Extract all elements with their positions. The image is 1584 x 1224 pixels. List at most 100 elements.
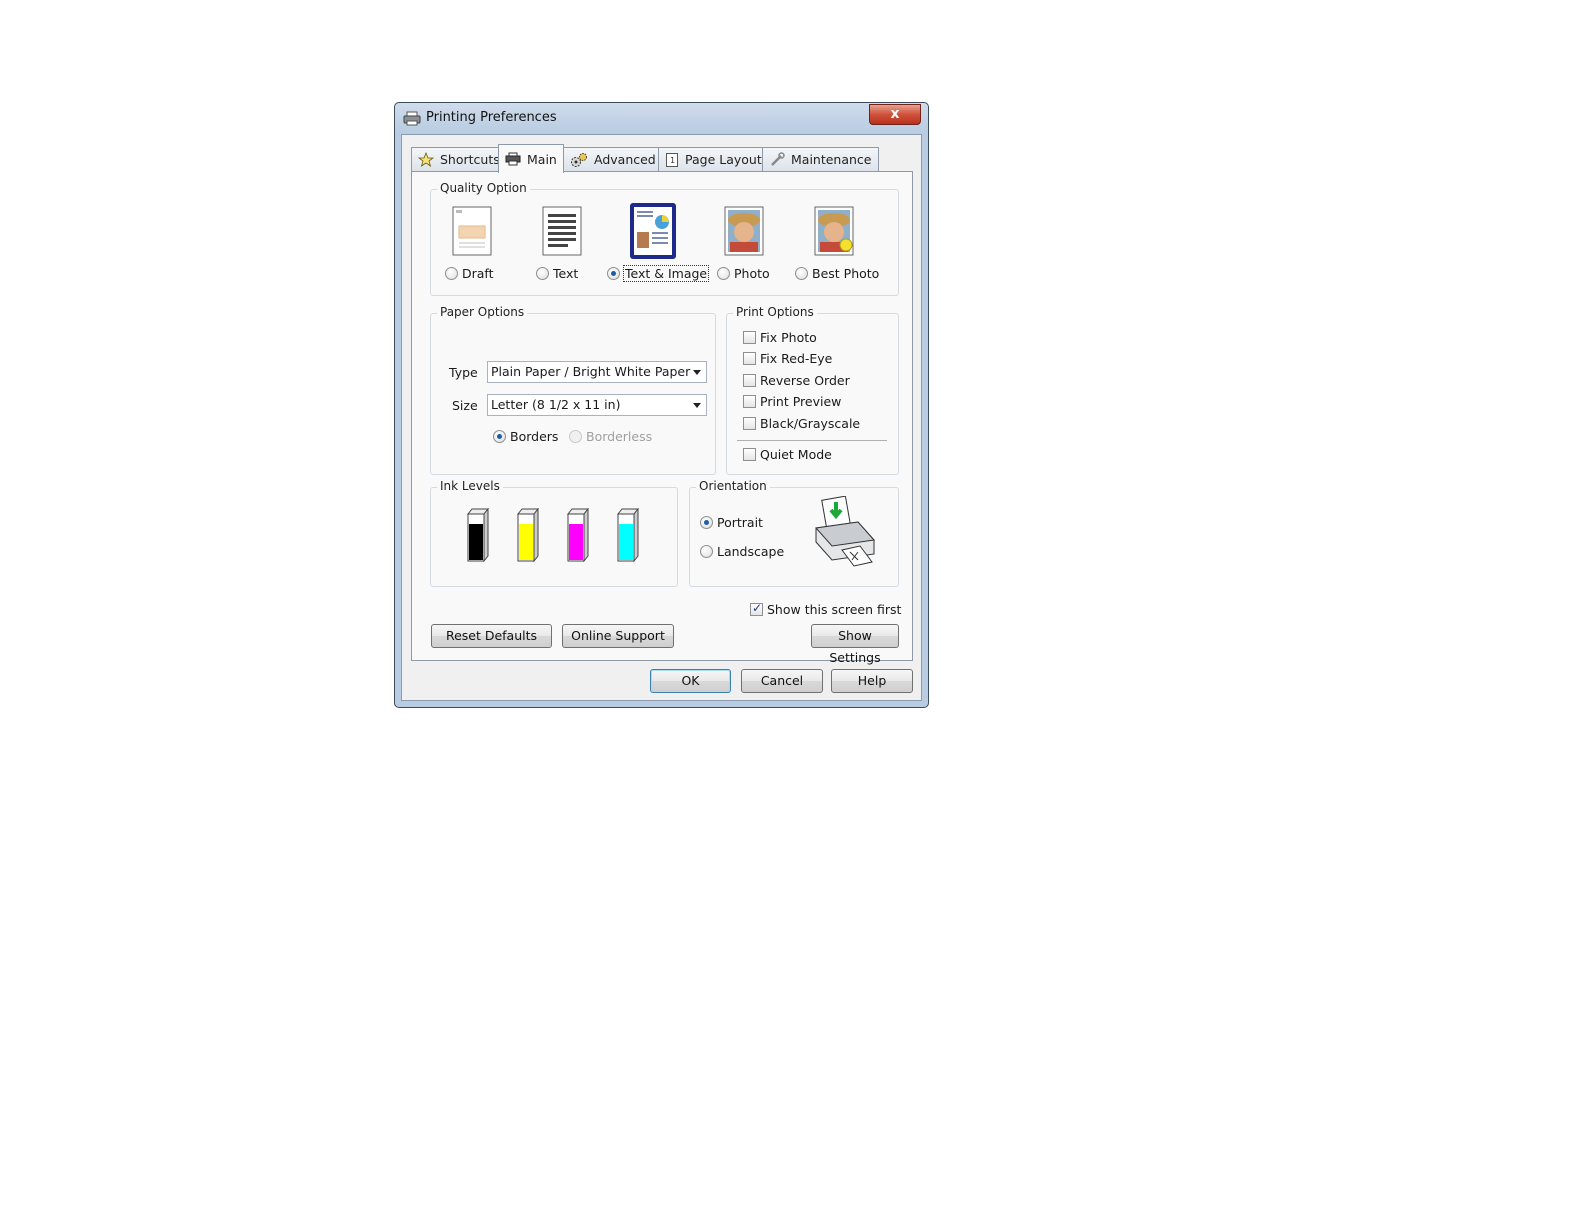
- cyan-ink-icon: [617, 508, 639, 562]
- radio-button[interactable]: [795, 267, 808, 280]
- checkbox[interactable]: [743, 395, 756, 408]
- radio-label: Best Photo: [812, 266, 880, 281]
- radio-button[interactable]: [445, 267, 458, 280]
- help-button[interactable]: Help: [831, 669, 913, 693]
- dialog-client-area: Shortcuts Main Advanced 1 Page Layout Ma…: [401, 134, 922, 701]
- group-title: Orientation: [696, 479, 770, 493]
- tab-label: Advanced: [594, 152, 656, 167]
- tab-main[interactable]: Main: [498, 144, 564, 173]
- quality-draft-radio[interactable]: Draft: [445, 266, 494, 281]
- close-icon: x: [890, 106, 900, 122]
- tab-advanced[interactable]: Advanced: [563, 147, 663, 171]
- magenta-ink-icon: [567, 508, 589, 562]
- checkbox[interactable]: [743, 417, 756, 430]
- photo-icon[interactable]: [721, 204, 767, 258]
- quality-text-radio[interactable]: Text: [536, 266, 578, 281]
- reset-defaults-button[interactable]: Reset Defaults: [431, 624, 552, 648]
- chevron-down-icon: [693, 370, 701, 375]
- show-screen-first-checkbox[interactable]: Show this screen first: [750, 601, 902, 617]
- quiet-mode-checkbox[interactable]: Quiet Mode: [743, 447, 832, 462]
- online-support-button[interactable]: Online Support: [562, 624, 674, 648]
- quality-option-group: Quality Option Draft Text Text & Image P…: [430, 181, 899, 296]
- checkbox-label: Fix Photo: [760, 330, 817, 345]
- gears-icon: [571, 152, 587, 167]
- text-image-page-icon[interactable]: [629, 202, 677, 260]
- print-preview-checkbox[interactable]: Print Preview: [743, 394, 841, 409]
- checkbox-label: Quiet Mode: [760, 447, 832, 462]
- ink-fill: [469, 524, 483, 560]
- fix-photo-checkbox[interactable]: Fix Photo: [743, 330, 817, 345]
- ok-button[interactable]: OK: [650, 669, 731, 693]
- divider: [737, 440, 887, 441]
- paper-size-value: Letter (8 1/2 x 11 in): [491, 397, 621, 412]
- printer-icon: [403, 111, 421, 126]
- checkbox-label: Black/Grayscale: [760, 416, 861, 431]
- tab-shortcuts[interactable]: Shortcuts: [411, 147, 507, 171]
- checkbox[interactable]: [743, 448, 756, 461]
- text-page-icon[interactable]: [539, 204, 585, 258]
- radio-label: Borderless: [586, 429, 653, 444]
- radio-button[interactable]: [717, 267, 730, 280]
- group-title: Print Options: [733, 305, 817, 319]
- yellow-ink-icon: [517, 508, 539, 562]
- radio-label: Draft: [462, 266, 494, 281]
- printer-icon: [505, 152, 521, 166]
- paper-size-select[interactable]: Letter (8 1/2 x 11 in): [487, 394, 707, 416]
- checkbox[interactable]: [750, 601, 763, 616]
- page-icon: 1: [666, 152, 678, 167]
- paper-options-group: Paper Options Type Plain Paper / Bright …: [430, 305, 716, 475]
- quality-text-image-radio[interactable]: Text & Image: [607, 265, 710, 282]
- show-settings-button[interactable]: Show Settings: [811, 624, 899, 665]
- orientation-group: Orientation Portrait Landscape: [689, 479, 899, 587]
- group-title: Quality Option: [437, 181, 530, 195]
- portrait-radio[interactable]: Portrait: [700, 515, 763, 530]
- borderless-radio: Borderless: [569, 429, 652, 444]
- ink-fill: [619, 524, 633, 560]
- best-photo-icon[interactable]: [811, 204, 857, 258]
- checkbox[interactable]: [743, 331, 756, 344]
- radio-button[interactable]: [700, 516, 713, 529]
- reverse-order-checkbox[interactable]: Reverse Order: [743, 373, 850, 388]
- radio-button[interactable]: [536, 267, 549, 280]
- ink-fill: [519, 524, 533, 560]
- printer-portrait-icon: [815, 496, 875, 567]
- radio-label: Landscape: [717, 544, 785, 559]
- tab-label: Maintenance: [791, 152, 872, 167]
- quality-best-photo-radio[interactable]: Best Photo: [795, 266, 879, 281]
- radio-button[interactable]: [607, 267, 620, 280]
- radio-label: Photo: [734, 266, 770, 281]
- tab-label: Page Layout: [685, 152, 762, 167]
- black-grayscale-checkbox[interactable]: Black/Grayscale: [743, 416, 860, 431]
- cancel-button[interactable]: Cancel: [741, 669, 823, 693]
- draft-page-icon[interactable]: [449, 204, 495, 258]
- type-label: Type: [449, 365, 478, 380]
- fix-red-eye-checkbox[interactable]: Fix Red-Eye: [743, 351, 832, 366]
- borders-radio[interactable]: Borders: [493, 429, 558, 444]
- radio-button[interactable]: [493, 430, 506, 443]
- radio-label: Text & Image: [622, 265, 710, 282]
- title-bar[interactable]: Printing Preferences x: [395, 103, 928, 133]
- black-ink-icon: [467, 508, 489, 562]
- quality-photo-radio[interactable]: Photo: [717, 266, 770, 281]
- window-title: Printing Preferences: [426, 110, 557, 125]
- tab-maintenance[interactable]: Maintenance: [762, 147, 879, 171]
- tab-page-layout[interactable]: 1 Page Layout: [658, 147, 769, 171]
- checkbox[interactable]: [743, 352, 756, 365]
- radio-label: Text: [553, 266, 579, 281]
- group-title: Paper Options: [437, 305, 528, 319]
- ink-fill: [569, 524, 583, 560]
- landscape-radio[interactable]: Landscape: [700, 544, 784, 559]
- radio-label: Borders: [510, 429, 559, 444]
- main-tab-panel: Quality Option Draft Text Text & Image P…: [411, 171, 913, 665]
- wrench-icon: [771, 151, 785, 166]
- checkbox[interactable]: [743, 374, 756, 387]
- checkbox-label: Reverse Order: [760, 373, 850, 388]
- group-title: Ink Levels: [437, 479, 503, 493]
- paper-type-value: Plain Paper / Bright White Paper: [491, 364, 691, 379]
- close-button[interactable]: x: [869, 104, 921, 125]
- checkbox-label: Show this screen first: [767, 602, 902, 617]
- print-options-group: Print Options Fix Photo Fix Red-Eye Reve…: [726, 305, 899, 475]
- paper-type-select[interactable]: Plain Paper / Bright White Paper: [487, 361, 707, 383]
- tab-label: Shortcuts: [440, 152, 500, 167]
- radio-button[interactable]: [700, 545, 713, 558]
